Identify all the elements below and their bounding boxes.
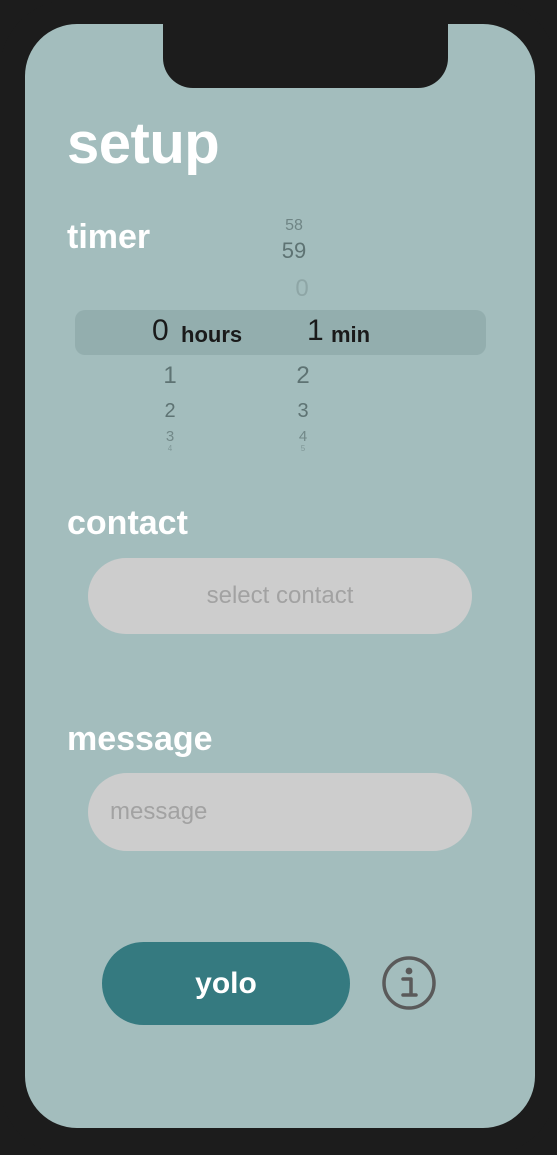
- minute-option[interactable]: 3: [278, 400, 328, 423]
- minutes-unit-label: min: [331, 322, 371, 347]
- hour-option[interactable]: 2: [145, 400, 195, 423]
- minute-option[interactable]: 2: [278, 362, 328, 390]
- hour-option[interactable]: 4: [145, 444, 195, 453]
- device-frame: setup timer 58 59 0 0 hours 1 min 1 2 3 …: [0, 0, 557, 1155]
- device-notch: [163, 24, 448, 88]
- minute-option[interactable]: 59: [269, 238, 319, 264]
- minute-option[interactable]: 0: [277, 275, 327, 303]
- timer-label: timer: [67, 218, 151, 256]
- hours-unit-label: hours: [181, 322, 243, 347]
- message-input[interactable]: message: [88, 773, 472, 851]
- minute-option[interactable]: 58: [269, 217, 319, 235]
- minute-option[interactable]: 4: [278, 428, 328, 445]
- select-contact-button[interactable]: select contact: [88, 558, 472, 634]
- hour-option[interactable]: 1: [145, 362, 195, 390]
- app-screen: setup timer 58 59 0 0 hours 1 min 1 2 3 …: [25, 24, 535, 1128]
- message-label: message: [67, 720, 213, 758]
- hours-selected-value[interactable]: 0: [152, 314, 169, 348]
- contact-label: contact: [67, 504, 188, 542]
- info-circle-icon[interactable]: [381, 955, 437, 1011]
- minute-option[interactable]: 5: [278, 444, 328, 453]
- hour-option[interactable]: 3: [145, 428, 195, 445]
- page-title: setup: [67, 111, 220, 176]
- picker-selection-band: [75, 310, 486, 355]
- minutes-selected-value[interactable]: 1: [307, 314, 324, 348]
- yolo-button[interactable]: yolo: [102, 942, 350, 1025]
